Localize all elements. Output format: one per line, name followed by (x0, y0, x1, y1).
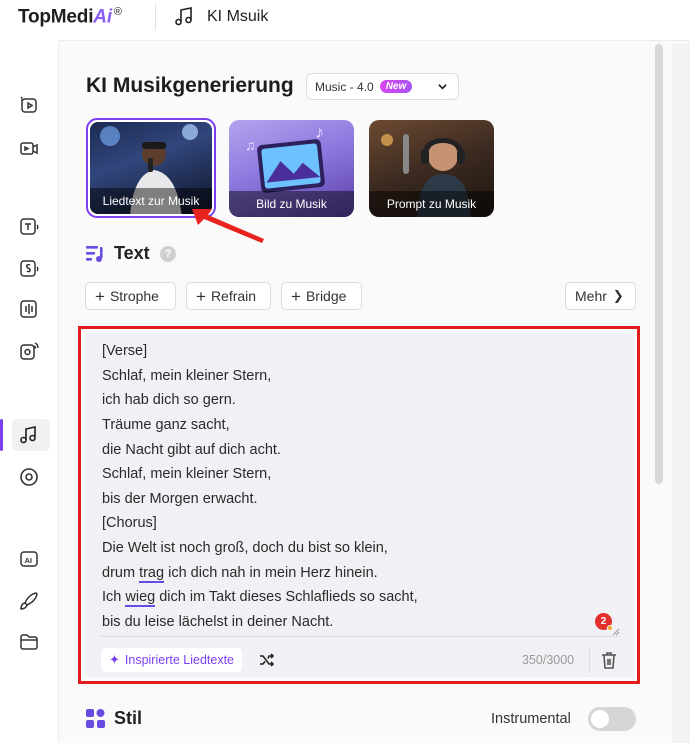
top-bar: TopMediAi ® KI Msuik (0, 0, 690, 36)
add-bridge-button[interactable]: + Bridge (281, 282, 362, 310)
lyric-line: Schlaf, mein kleiner Stern, (102, 368, 272, 384)
voice-icon[interactable] (18, 298, 40, 320)
video-enhance-icon[interactable] (18, 94, 40, 116)
resize-handle-icon[interactable] (612, 628, 620, 636)
lyric-line: bis du leise lächelst in deiner Nacht. (102, 614, 334, 630)
lyric-line: [Verse] (102, 343, 148, 359)
text-to-speech-icon[interactable] (18, 216, 40, 238)
lyric-line: die Nacht gibt auf dich acht. (102, 442, 281, 458)
chevron-down-icon (438, 84, 447, 90)
spellcheck-underline: wieg (125, 589, 156, 607)
svg-text:♫: ♫ (245, 137, 256, 153)
text-section-title: Text (114, 243, 150, 263)
instrumental-label: Instrumental (491, 711, 571, 727)
lyric-line: Ich wieg dich im Takt dieses Schlaflieds… (102, 589, 418, 607)
svg-text:AI: AI (25, 556, 33, 565)
trash-icon[interactable] (600, 650, 618, 670)
help-icon[interactable]: ? (160, 246, 176, 262)
lyric-line: bis der Morgen erwacht. (102, 491, 258, 507)
brush-icon[interactable] (18, 590, 40, 612)
inspired-lyrics-button[interactable]: ✦ Inspirierte Liedtexte (101, 648, 242, 672)
voice-clone-icon[interactable] (18, 340, 40, 362)
header-divider (155, 4, 156, 30)
speech-icon[interactable] (18, 258, 40, 280)
ai-icon[interactable]: AI (18, 548, 40, 570)
lyric-line: ich hab dich so gern. (102, 392, 236, 408)
instrumental-toggle[interactable] (588, 707, 636, 731)
lyrics-list-icon (86, 246, 103, 262)
lyric-line: Die Welt ist noch groß, doch du bist so … (102, 540, 388, 556)
model-select[interactable]: Music - 4.0 New (306, 73, 459, 100)
style-section-title: Stil (114, 708, 143, 728)
mode-card-image-to-music[interactable]: ♪ ♫ Bild zu Musik (229, 120, 354, 217)
video-camera-icon[interactable] (18, 137, 40, 159)
lyric-line: [Chorus] (102, 515, 157, 531)
disc-icon[interactable] (18, 466, 40, 488)
lyrics-divider (100, 636, 620, 637)
character-counter: 350/3000 (522, 653, 575, 667)
toggle-knob (591, 710, 609, 728)
lyric-line: Schlaf, mein kleiner Stern, (102, 466, 272, 482)
add-strophe-button[interactable]: + Strophe (85, 282, 176, 310)
mode-card-label: Prompt zu Musik (369, 191, 494, 217)
style-grid-icon (86, 709, 105, 728)
model-select-value: Music - 4.0 (315, 79, 374, 94)
toolbar-divider (589, 647, 590, 673)
red-pointer-arrow (192, 209, 264, 243)
shuffle-icon[interactable] (259, 652, 275, 668)
spellcheck-underline: trag (139, 565, 165, 583)
rail-active-indicator (0, 419, 3, 451)
mode-card-lyrics-to-music[interactable]: Liedtext zur Musik (86, 118, 216, 218)
page-title: KI Msuik (207, 8, 269, 25)
app-logo: TopMediAi ® (18, 6, 122, 28)
scroll-track (672, 44, 690, 743)
add-refrain-button[interactable]: + Refrain (186, 282, 271, 310)
sparkle-icon: ✦ (109, 652, 120, 667)
music-icon[interactable] (18, 424, 40, 446)
new-badge: New (379, 80, 413, 93)
mode-card-prompt-to-music[interactable]: Prompt zu Musik (369, 120, 494, 217)
scrollbar-thumb[interactable] (655, 44, 663, 484)
music-note-icon (175, 7, 192, 26)
svg-text:♪: ♪ (315, 122, 324, 142)
lyric-line: drum trag ich dich nah in mein Herz hine… (102, 565, 378, 583)
section-heading: KI Musikgenerierung (86, 74, 294, 97)
lyric-line: Träume ganz sacht, (102, 417, 230, 433)
folder-icon[interactable] (18, 631, 40, 653)
more-button[interactable]: Mehr ❯ (565, 282, 636, 310)
